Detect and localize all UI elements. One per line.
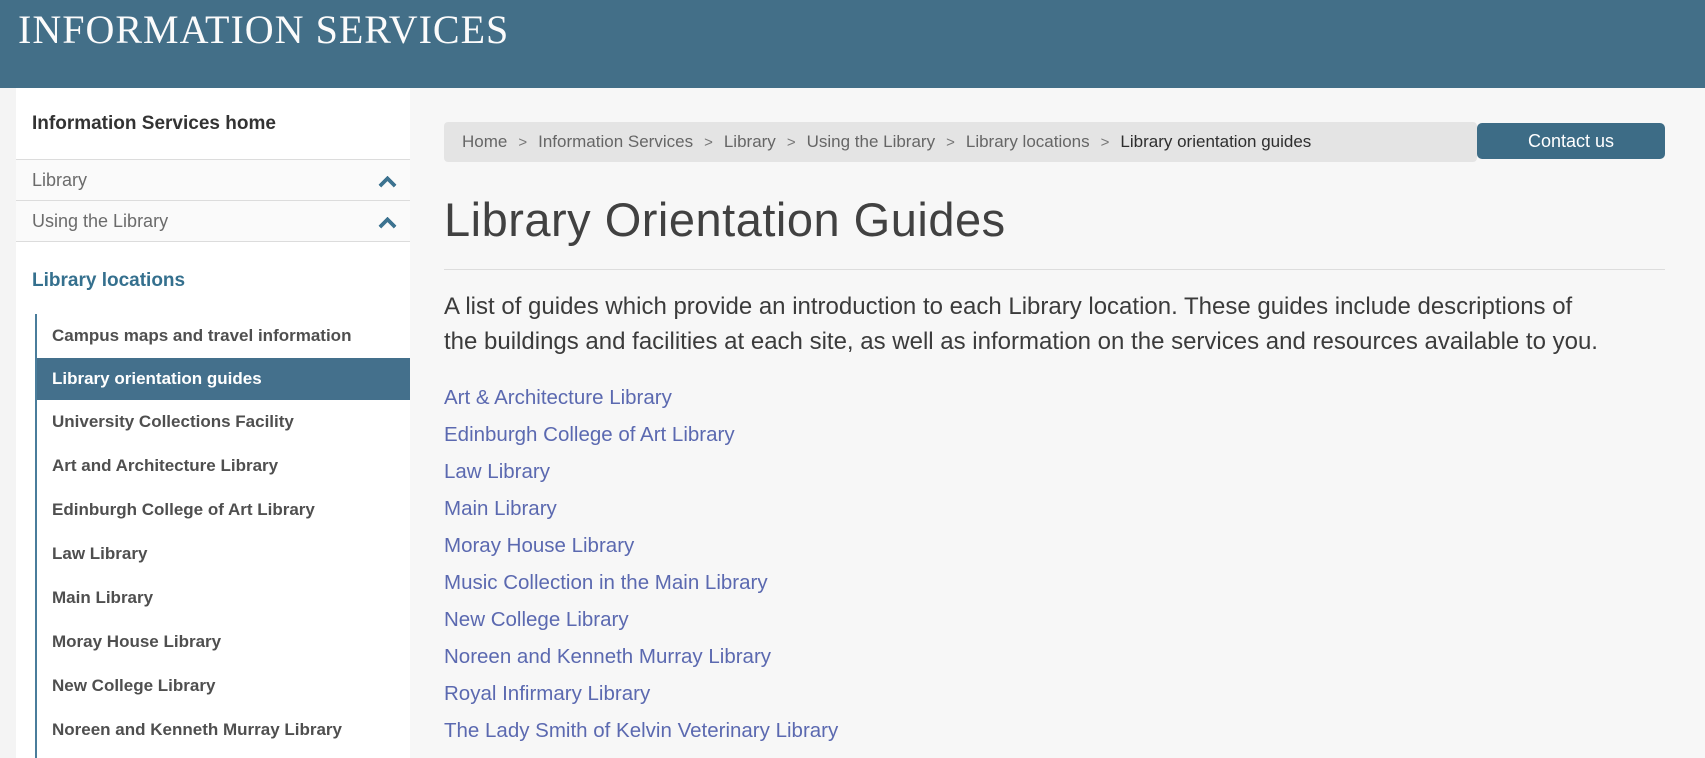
site-title: INFORMATION SERVICES xyxy=(18,7,510,52)
sidebar-item-edinburgh-college-of-art-library[interactable]: Edinburgh College of Art Library xyxy=(37,488,410,532)
sidebar-item-university-collections-facility[interactable]: University Collections Facility xyxy=(37,400,410,444)
page-title: Library Orientation Guides xyxy=(444,193,1006,246)
title-divider xyxy=(444,269,1665,270)
contact-us-button[interactable]: Contact us xyxy=(1477,123,1665,159)
sidebar-subnav: Campus maps and travel information Libra… xyxy=(35,314,410,758)
link-moray-house-library[interactable]: Moray House Library xyxy=(444,534,634,557)
accordion-label: Using the Library xyxy=(32,210,169,231)
link-main-library[interactable]: Main Library xyxy=(444,497,557,520)
link-music-collection-main-library[interactable]: Music Collection in the Main Library xyxy=(444,571,768,594)
chevron-up-icon xyxy=(378,175,397,194)
accordion-label: Library xyxy=(32,169,88,190)
sidebar-item-library-locations[interactable]: Library locations xyxy=(16,242,410,314)
main-content: Home > Information Services > Library > … xyxy=(410,88,1705,758)
list-item: Law Library xyxy=(444,460,1665,484)
breadcrumb-separator: > xyxy=(518,133,528,151)
sidebar-item-noreen-and-kenneth-murray-library[interactable]: Noreen and Kenneth Murray Library xyxy=(37,708,410,752)
sidebar-item-campus-maps[interactable]: Campus maps and travel information xyxy=(37,314,410,358)
link-lady-smith-of-kelvin-veterinary-library[interactable]: The Lady Smith of Kelvin Veterinary Libr… xyxy=(444,719,838,742)
link-art-architecture-library[interactable]: Art & Architecture Library xyxy=(444,386,672,409)
list-item: Royal Infirmary Library xyxy=(444,682,1665,706)
list-item: Edinburgh College of Art Library xyxy=(444,423,1665,447)
list-item: New College Library xyxy=(444,608,1665,632)
list-item: Music Collection in the Main Library xyxy=(444,571,1665,595)
breadcrumb-separator: > xyxy=(704,133,713,151)
list-item: Noreen and Kenneth Murray Library xyxy=(444,645,1665,669)
breadcrumb-separator: > xyxy=(786,133,796,151)
sidebar-item-law-library[interactable]: Law Library xyxy=(37,532,410,576)
list-item: Moray House Library xyxy=(444,534,1665,558)
list-item: Main Library xyxy=(444,497,1665,521)
sidebar-item-home[interactable]: Information Services home xyxy=(16,88,410,160)
top-row: Home > Information Services > Library > … xyxy=(444,122,1665,162)
link-edinburgh-college-of-art-library[interactable]: Edinburgh College of Art Library xyxy=(444,423,735,446)
chevron-up-icon xyxy=(378,216,397,235)
list-item: The Lady Smith of Kelvin Veterinary Libr… xyxy=(444,719,1665,743)
breadcrumb-home[interactable]: Home xyxy=(462,132,507,152)
library-guide-links: Art & Architecture Library Edinburgh Col… xyxy=(444,386,1665,758)
sidebar-item-moray-house-library[interactable]: Moray House Library xyxy=(37,620,410,664)
link-new-college-library[interactable]: New College Library xyxy=(444,608,629,631)
top-banner: INFORMATION SERVICES xyxy=(0,0,1705,88)
sidebar-item-new-college-library[interactable]: New College Library xyxy=(37,664,410,708)
breadcrumb-current-page: Library orientation guides xyxy=(1120,132,1312,151)
link-noreen-and-kenneth-murray-library[interactable]: Noreen and Kenneth Murray Library xyxy=(444,645,771,668)
page-body: Information Services home Library Using … xyxy=(0,88,1705,758)
breadcrumb-information-services[interactable]: Information Services xyxy=(538,132,693,152)
breadcrumb-library-locations[interactable]: Library locations xyxy=(966,132,1090,152)
breadcrumb-using-the-library[interactable]: Using the Library xyxy=(807,132,936,152)
sidebar: Information Services home Library Using … xyxy=(16,88,410,758)
breadcrumb: Home > Information Services > Library > … xyxy=(444,122,1477,162)
sidebar-accordion-library[interactable]: Library xyxy=(16,160,410,201)
breadcrumb-separator: > xyxy=(946,133,955,151)
sidebar-item-art-and-architecture-library[interactable]: Art and Architecture Library xyxy=(37,444,410,488)
link-royal-infirmary-library[interactable]: Royal Infirmary Library xyxy=(444,682,650,705)
intro-paragraph: A list of guides which provide an introd… xyxy=(444,293,1598,355)
list-item: Art & Architecture Library xyxy=(444,386,1665,410)
breadcrumb-separator: > xyxy=(1100,133,1110,151)
breadcrumb-library[interactable]: Library xyxy=(724,132,776,152)
sidebar-item-library-orientation-guides[interactable]: Library orientation guides xyxy=(37,358,410,400)
sidebar-item-main-library[interactable]: Main Library xyxy=(37,576,410,620)
sidebar-accordion-using-the-library[interactable]: Using the Library xyxy=(16,201,410,242)
link-law-library[interactable]: Law Library xyxy=(444,460,550,483)
